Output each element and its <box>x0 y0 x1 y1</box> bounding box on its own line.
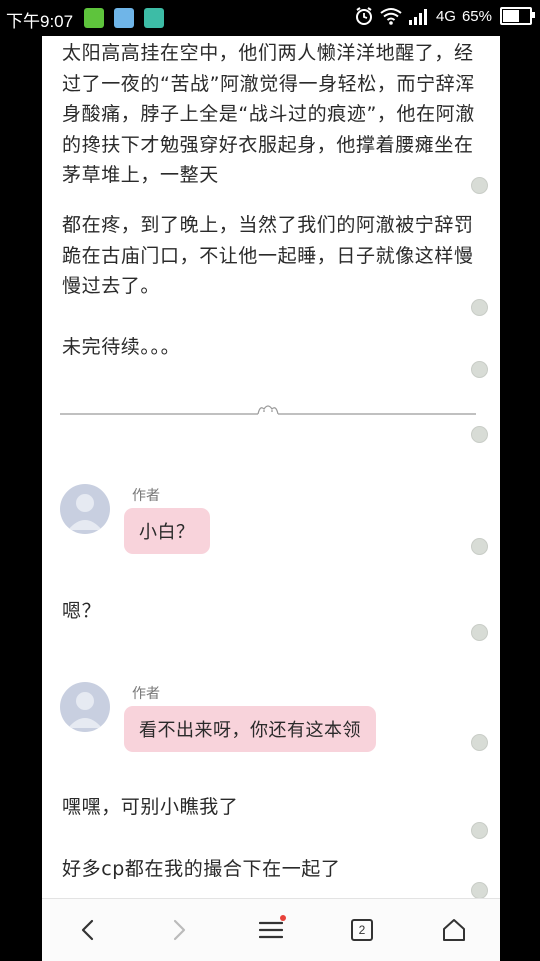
avatar[interactable] <box>60 484 110 534</box>
wifi-icon <box>380 8 402 25</box>
chevron-right-icon <box>173 919 186 941</box>
scan-icon <box>144 8 164 28</box>
battery-fill <box>503 10 519 22</box>
chat-bubble: 看不出来呀，你还有这本领 <box>124 706 376 752</box>
story-paragraph: 未完待续。。。 <box>62 336 181 358</box>
network-label: 4G <box>435 7 456 25</box>
forward-button[interactable] <box>162 913 196 947</box>
tab-count: 2 <box>358 923 366 937</box>
reply-text: 嘿嘿，可别小瞧我了 <box>62 796 239 818</box>
default-avatar-icon <box>68 494 102 530</box>
scroll-marker[interactable] <box>471 299 488 316</box>
chat-bubble: 小白？ <box>124 508 210 554</box>
battery-percent: 65% <box>461 7 492 25</box>
story-paragraph: 都在疼，到了晚上，当然了我们的阿澈被宁辞罚跪在古庙门口，不让他一起睡，日子就像这… <box>62 214 474 297</box>
weather-icon <box>114 8 134 28</box>
avatar[interactable] <box>60 682 110 732</box>
scroll-marker[interactable] <box>471 882 488 898</box>
battery-icon <box>500 7 535 25</box>
scroll-marker[interactable] <box>471 177 488 194</box>
scroll-marker[interactable] <box>471 624 488 641</box>
signal-icon <box>408 9 427 25</box>
bottom-navigation: 2 <box>42 898 500 961</box>
author-label: 作者 <box>132 686 160 702</box>
status-right: 4G 65% <box>354 6 535 26</box>
tabs-button[interactable]: 2 <box>345 913 379 947</box>
home-icon <box>443 919 465 941</box>
notification-dot <box>280 915 286 921</box>
hamburger-menu-icon <box>259 921 283 939</box>
home-button[interactable] <box>437 913 471 947</box>
alarm-icon <box>355 7 372 25</box>
reading-page[interactable]: 太阳高高挂在空中，他们两人懒洋洋地醒了，经过了一夜的“苦战”阿澈觉得一身轻松，而… <box>42 36 500 898</box>
battery-tip <box>532 12 535 18</box>
author-label: 作者 <box>132 488 160 504</box>
chevron-left-icon <box>81 919 94 941</box>
scroll-marker[interactable] <box>471 734 488 751</box>
status-time: 下午9:07 <box>6 12 74 31</box>
reply-text: 嗯？ <box>62 600 102 622</box>
status-bar: 下午9:07 4G 65% <box>0 0 540 36</box>
reply-text: 好多cp都在我的撮合下在一起了 <box>62 858 341 880</box>
scroll-marker[interactable] <box>471 426 488 443</box>
scroll-marker[interactable] <box>471 822 488 839</box>
scroll-marker[interactable] <box>471 361 488 378</box>
default-avatar-icon <box>68 692 102 728</box>
android-icon <box>84 8 104 28</box>
story-paragraph: 太阳高高挂在空中，他们两人懒洋洋地醒了，经过了一夜的“苦战”阿澈觉得一身轻松，而… <box>62 42 475 186</box>
menu-button[interactable] <box>254 913 288 947</box>
decorative-divider <box>60 405 476 415</box>
back-button[interactable] <box>71 913 105 947</box>
notification-icons <box>84 8 164 28</box>
scroll-marker[interactable] <box>471 538 488 555</box>
